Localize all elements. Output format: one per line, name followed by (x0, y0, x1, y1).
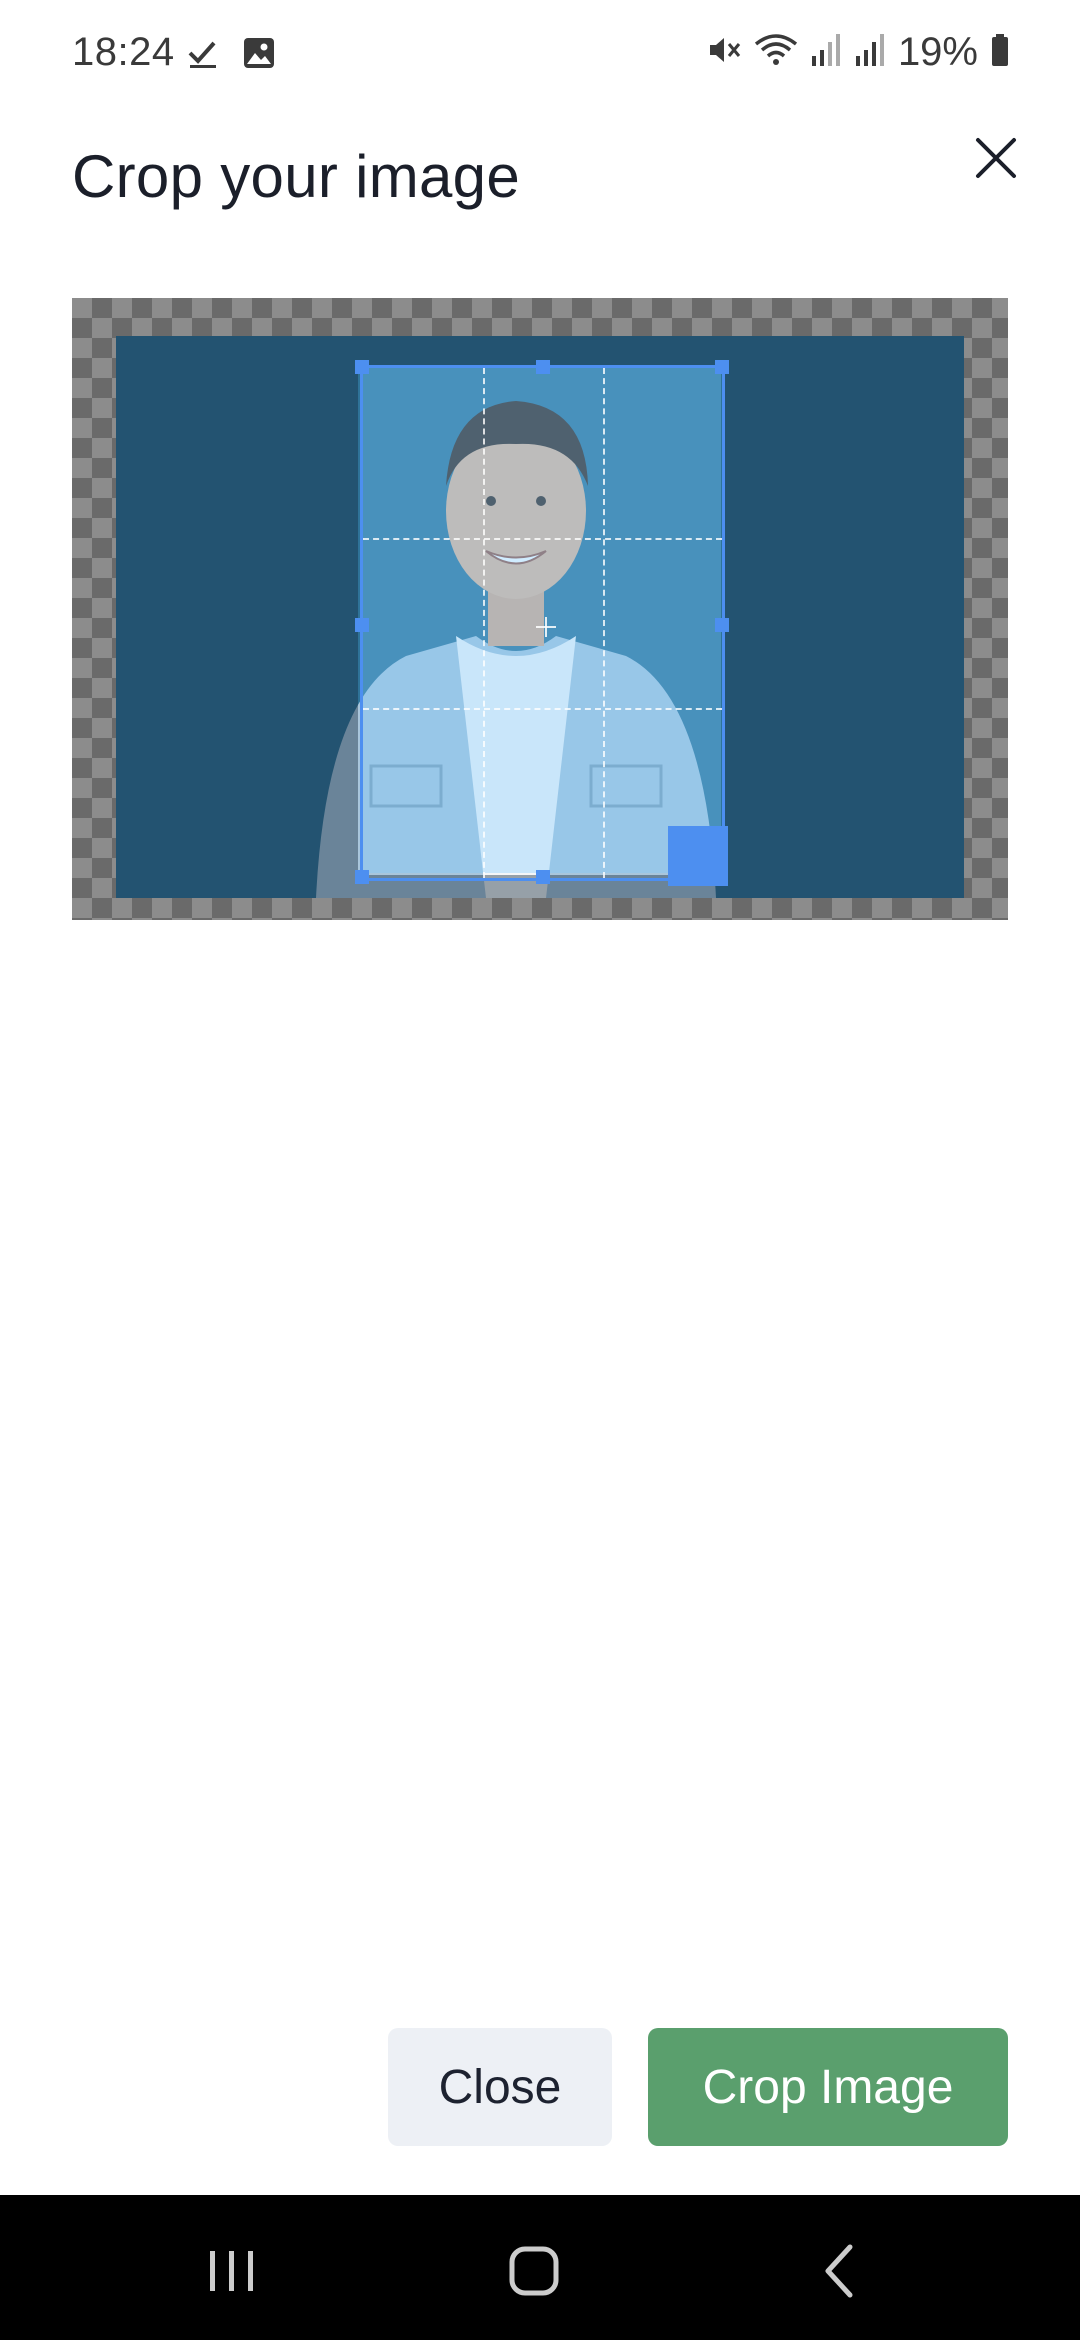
signal-icon (810, 32, 842, 73)
status-right-icons: 19% (706, 30, 1010, 75)
status-time: 18:24 (72, 30, 175, 74)
grid-line (483, 368, 485, 878)
grid-line (603, 368, 605, 878)
crop-handle-top[interactable] (536, 360, 550, 374)
crop-handle-bottom[interactable] (536, 870, 550, 884)
crop-handle-top-right[interactable] (715, 360, 729, 374)
crop-frame[interactable] (355, 360, 729, 884)
crop-handle-right[interactable] (715, 618, 729, 632)
navigation-bar (0, 2195, 1080, 2340)
grid-line (363, 538, 722, 540)
check-icon (186, 36, 220, 75)
battery-percent: 19% (897, 30, 978, 74)
back-icon[interactable] (800, 2231, 880, 2311)
crop-handle-left[interactable] (355, 618, 369, 632)
battery-icon (990, 32, 1010, 73)
close-icon[interactable] (968, 130, 1024, 186)
mute-icon (706, 32, 742, 73)
status-bar: 18:24 19% (0, 0, 1080, 110)
home-icon[interactable] (494, 2231, 574, 2311)
grid-line (363, 708, 722, 710)
crop-resize-handle[interactable] (668, 826, 728, 886)
crop-handle-bottom-left[interactable] (355, 870, 369, 884)
dialog-title: Crop your image (72, 143, 521, 210)
status-left-icons (186, 36, 276, 75)
close-button[interactable]: Close (388, 2028, 612, 2146)
crop-handle-top-left[interactable] (355, 360, 369, 374)
wifi-icon (754, 32, 798, 73)
center-crosshair-icon (536, 617, 556, 637)
crop-image-button[interactable]: Crop Image (648, 2028, 1008, 2146)
recent-apps-icon[interactable] (192, 2231, 272, 2311)
signal-icon-2 (854, 32, 886, 73)
image-icon (242, 36, 276, 75)
crop-area[interactable] (72, 298, 1008, 920)
